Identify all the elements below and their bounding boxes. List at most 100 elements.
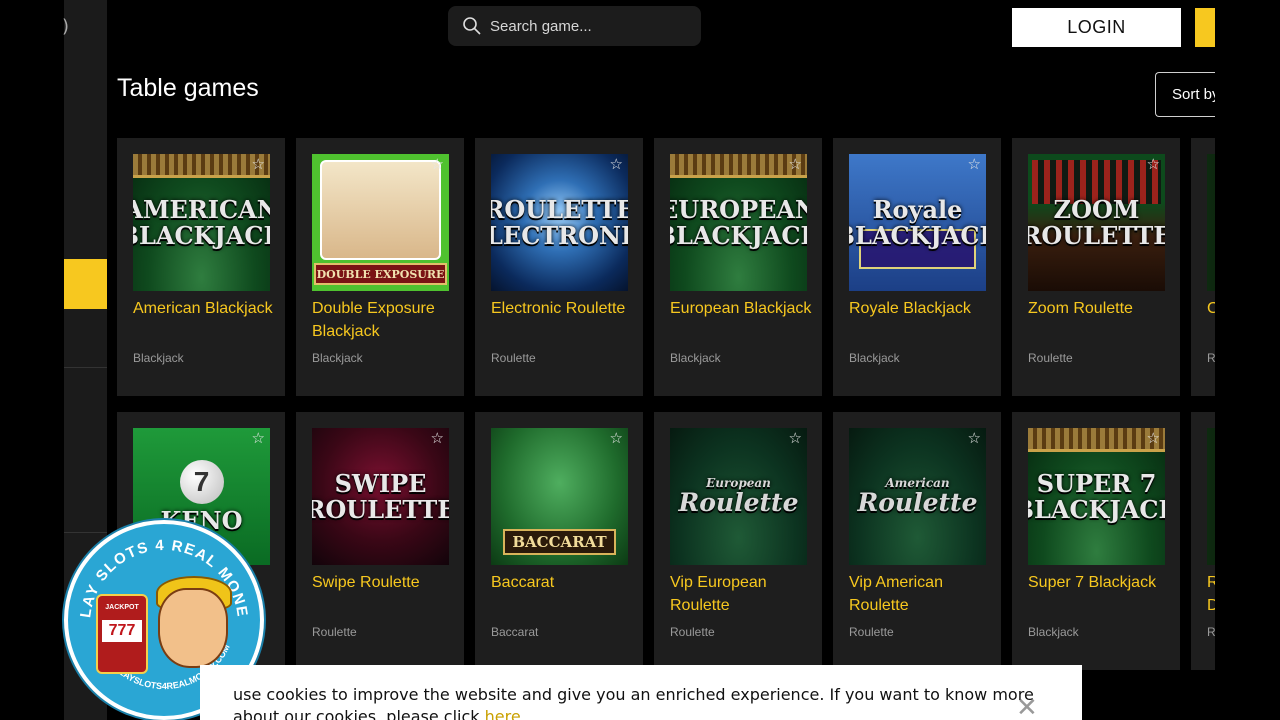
- game-card[interactable]: BACCARAT ☆ Baccarat Baccarat: [475, 412, 643, 670]
- game-thumbnail[interactable]: BACCARAT: [491, 428, 628, 565]
- thumbnail-logo-text: ROULETTE ELECTRONIC: [491, 195, 628, 250]
- cookie-text-line1: use cookies to improve the website and g…: [233, 685, 1034, 704]
- game-card[interactable]: American Roulette ☆ Vip American Roulette Ro…: [833, 412, 1001, 670]
- sidebar-active-indicator[interactable]: [64, 259, 107, 309]
- game-card-partial[interactable]: R D Ro: [1191, 412, 1215, 670]
- game-category: Baccarat: [491, 625, 539, 639]
- thumbnail-logo: AMERICAN BLACKJACK: [133, 197, 270, 247]
- thumbnail-logo-text: Royale BLACKJACK: [849, 195, 986, 250]
- thumbnail-logo: EUROPEAN BLACKJACK: [670, 197, 807, 247]
- game-card[interactable]: SWIPE ROULETTE ☆ Swipe Roulette Roulette: [296, 412, 464, 670]
- favorite-star-icon[interactable]: ☆: [968, 155, 981, 173]
- chip-rail: [1028, 428, 1165, 452]
- game-thumbnail[interactable]: AMERICAN BLACKJACK: [133, 154, 270, 291]
- games-grid: AMERICAN BLACKJACK ☆ American Blackjack Bla…: [117, 138, 1215, 683]
- game-card-partial[interactable]: C Ro: [1191, 138, 1215, 396]
- game-category: Roulette: [849, 625, 894, 639]
- game-thumbnail[interactable]: ZOOM ROULETTE: [1028, 154, 1165, 291]
- favorite-star-icon[interactable]: ☆: [610, 429, 623, 447]
- game-thumbnail[interactable]: EUROPEAN BLACKJACK: [670, 154, 807, 291]
- game-thumbnail[interactable]: SUPER 7 BLACKJACK: [1028, 428, 1165, 565]
- game-thumbnail[interactable]: European Roulette: [670, 428, 807, 565]
- game-card[interactable]: European Roulette ☆ Vip European Roulette Ro…: [654, 412, 822, 670]
- game-thumbnail[interactable]: American Roulette: [849, 428, 986, 565]
- game-title[interactable]: Double Exposure Blackjack: [312, 297, 457, 343]
- game-title[interactable]: Baccarat: [491, 571, 636, 594]
- game-category: Blackjack: [1028, 625, 1079, 639]
- card-art: [320, 160, 441, 260]
- game-thumbnail[interactable]: [1207, 154, 1215, 291]
- favorite-star-icon[interactable]: ☆: [1147, 155, 1160, 173]
- chip-rail: [133, 154, 270, 178]
- game-title[interactable]: European Blackjack: [670, 297, 815, 320]
- thumbnail-logo: SWIPE ROULETTE: [312, 471, 449, 521]
- game-category: Ro: [1207, 625, 1215, 639]
- game-thumbnail[interactable]: ROULETTE ELECTRONIC: [491, 154, 628, 291]
- game-title[interactable]: Vip European Roulette: [670, 571, 815, 617]
- thumbnail-logo: ROULETTE ELECTRONIC: [491, 197, 628, 247]
- game-category: Blackjack: [133, 351, 184, 365]
- game-thumbnail[interactable]: [1207, 428, 1215, 565]
- thumbnail-logo-text: Roulette: [857, 487, 978, 517]
- game-title[interactable]: Vip American Roulette: [849, 571, 994, 617]
- sort-dropdown[interactable]: Sort by: [1155, 72, 1215, 117]
- search-box[interactable]: [448, 6, 701, 46]
- favorite-star-icon[interactable]: ☆: [252, 429, 265, 447]
- favorite-star-icon[interactable]: ☆: [431, 429, 444, 447]
- game-title[interactable]: C: [1207, 297, 1215, 320]
- sidebar-divider: [64, 367, 107, 368]
- favorite-star-icon[interactable]: ☆: [789, 155, 802, 173]
- game-card[interactable]: ROULETTE ELECTRONIC ☆ Electronic Roulette R…: [475, 138, 643, 396]
- game-card[interactable]: EUROPEAN BLACKJACK ☆ European Blackjack Bla…: [654, 138, 822, 396]
- game-title[interactable]: Royale Blackjack: [849, 297, 994, 320]
- thumbnail-logo-text: SWIPE ROULETTE: [312, 469, 449, 524]
- cookie-banner: use cookies to improve the website and g…: [200, 665, 1082, 720]
- cookie-more-link[interactable]: here: [485, 707, 521, 720]
- game-card[interactable]: AMERICAN BLACKJACK ☆ American Blackjack Bla…: [117, 138, 285, 396]
- game-category: Roulette: [491, 351, 536, 365]
- thumbnail-logo: BACCARAT: [503, 529, 616, 555]
- favorite-star-icon[interactable]: ☆: [789, 429, 802, 447]
- game-thumbnail[interactable]: DOUBLE EXPOSURE: [312, 154, 449, 291]
- page-title: Table games: [117, 74, 259, 102]
- thumbnail-logo: DOUBLE EXPOSURE: [314, 263, 447, 285]
- game-thumbnail[interactable]: SWIPE ROULETTE: [312, 428, 449, 565]
- favorite-star-icon[interactable]: ☆: [1147, 429, 1160, 447]
- game-title[interactable]: Super 7 Blackjack: [1028, 571, 1173, 594]
- game-title[interactable]: Electronic Roulette: [491, 297, 636, 320]
- game-category: Blackjack: [312, 351, 363, 365]
- favorite-star-icon[interactable]: ☆: [431, 155, 444, 173]
- game-category: Blackjack: [670, 351, 721, 365]
- search-input[interactable]: [490, 17, 690, 35]
- game-card[interactable]: DOUBLE EXPOSURE ☆ Double Exposure Blackjac…: [296, 138, 464, 396]
- game-title[interactable]: R D: [1207, 571, 1215, 617]
- thumbnail-logo-text: Roulette: [678, 487, 799, 517]
- game-thumbnail[interactable]: Royale BLACKJACK: [849, 154, 986, 291]
- favorite-star-icon[interactable]: ☆: [252, 155, 265, 173]
- game-category: Roulette: [312, 625, 357, 639]
- close-icon[interactable]: ✕: [1016, 693, 1038, 720]
- game-card[interactable]: ZOOM ROULETTE ☆ Zoom Roulette Roulette: [1012, 138, 1180, 396]
- register-button[interactable]: [1195, 8, 1215, 47]
- thumbnail-logo: ZOOM ROULETTE: [1028, 197, 1165, 247]
- search-icon: [463, 17, 481, 35]
- slot-machine-icon: JACKPOT 777: [96, 594, 148, 674]
- login-button[interactable]: LOGIN: [1012, 8, 1181, 47]
- favorite-star-icon[interactable]: ☆: [610, 155, 623, 173]
- game-title[interactable]: American Blackjack: [133, 297, 278, 320]
- game-category: Roulette: [1028, 351, 1073, 365]
- jackpot-label: JACKPOT: [105, 604, 139, 611]
- game-card[interactable]: Royale BLACKJACK ☆ Royale Blackjack Blackja…: [833, 138, 1001, 396]
- thumbnail-logo-text: SUPER 7 BLACKJACK: [1028, 469, 1165, 524]
- game-title[interactable]: Swipe Roulette: [312, 571, 457, 594]
- game-card[interactable]: SUPER 7 BLACKJACK ☆ Super 7 Blackjack Black…: [1012, 412, 1180, 670]
- sidebar-toggle-icon[interactable]: ): [62, 16, 69, 37]
- thumbnail-logo: European Roulette: [678, 477, 798, 516]
- game-category: Blackjack: [849, 351, 900, 365]
- thumbnail-logo: SUPER 7 BLACKJACK: [1028, 471, 1165, 521]
- sevens-label: 777: [102, 620, 142, 642]
- game-title[interactable]: Zoom Roulette: [1028, 297, 1173, 320]
- keno-ball-icon: 7: [179, 459, 224, 504]
- favorite-star-icon[interactable]: ☆: [968, 429, 981, 447]
- thumbnail-logo: Royale BLACKJACK: [849, 197, 986, 247]
